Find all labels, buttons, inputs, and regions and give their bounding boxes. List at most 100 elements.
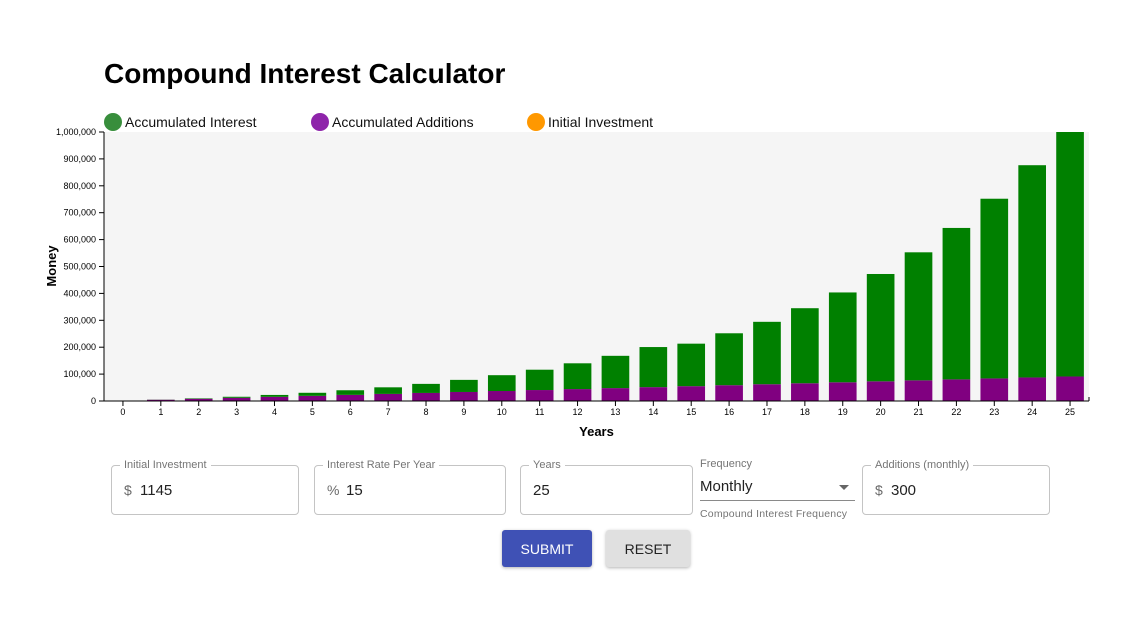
y-tick-label: 500,000	[63, 262, 96, 272]
y-tick-label: 0	[91, 396, 96, 406]
bar-accumulated-interest	[791, 308, 819, 384]
x-tick-label: 6	[348, 407, 353, 417]
y-tick-label: 300,000	[63, 315, 96, 325]
dollar-prefix: $	[124, 482, 132, 498]
bar-accumulated-interest	[601, 355, 630, 389]
percent-prefix: %	[327, 482, 340, 498]
bar-accumulated-interest	[487, 375, 516, 392]
bar-accumulated-interest	[336, 390, 365, 395]
bar-accumulated-interest	[450, 379, 478, 392]
x-tick-label: 4	[272, 407, 277, 417]
frequency-helper-text: Compound Interest Frequency	[700, 508, 848, 520]
bar-accumulated-interest	[563, 363, 592, 390]
x-tick-label: 2	[196, 407, 201, 417]
initial-investment-field[interactable]: Initial Investment $ 1145	[111, 458, 299, 515]
x-tick-label: 24	[1027, 407, 1037, 417]
x-tick-label: 11	[535, 407, 544, 417]
bar-accumulated-interest	[715, 333, 743, 386]
bar-accumulated-interest	[828, 292, 857, 383]
reset-button[interactable]: RESET	[606, 530, 690, 567]
bar-accumulated-additions	[942, 379, 971, 401]
interest-rate-input[interactable]: 15	[346, 482, 363, 499]
compound-interest-chart: 0 100,000 200,000 300,000 400,000 500,000 600,…	[44, 127, 1090, 439]
interest-rate-label: Interest Rate Per Year	[323, 458, 440, 472]
select-underline	[700, 500, 855, 501]
bar-accumulated-additions	[1056, 376, 1084, 401]
bar-accumulated-interest	[866, 273, 895, 382]
initial-investment-label: Initial Investment	[120, 458, 211, 472]
x-tick-label: 0	[120, 407, 125, 417]
frequency-label: Frequency	[700, 458, 752, 470]
bar-accumulated-additions	[525, 390, 554, 401]
x-tick-label: 16	[724, 407, 734, 417]
bar-accumulated-additions	[715, 385, 743, 401]
bar-accumulated-additions	[753, 384, 781, 401]
bar-accumulated-additions	[1018, 377, 1047, 401]
y-tick-label: 700,000	[63, 208, 96, 218]
bar-accumulated-interest	[374, 387, 402, 394]
bar-accumulated-additions	[374, 393, 402, 401]
bar-accumulated-interest	[525, 369, 554, 391]
initial-investment-input[interactable]: 1145	[140, 482, 172, 499]
bar-accumulated-interest	[412, 383, 440, 393]
y-tick-label: 400,000	[63, 288, 96, 298]
x-tick-label: 19	[838, 407, 848, 417]
x-tick-label: 25	[1065, 407, 1075, 417]
frequency-select[interactable]: Frequency Monthly Compound Interest Freq…	[700, 457, 855, 521]
bar-accumulated-interest	[677, 343, 706, 387]
dropdown-arrow-icon[interactable]	[839, 485, 849, 490]
bar-accumulated-interest	[298, 392, 327, 396]
y-axis-label: Money	[44, 245, 59, 287]
y-tick-label: 900,000	[63, 154, 96, 164]
x-tick-label: 7	[386, 407, 391, 417]
x-tick-label: 14	[648, 407, 658, 417]
bar-accumulated-additions	[866, 381, 895, 401]
y-tick-label: 800,000	[63, 181, 96, 191]
bar-accumulated-interest	[753, 321, 781, 385]
bar-accumulated-additions	[563, 389, 592, 401]
bar-accumulated-interest	[904, 252, 933, 381]
bar-accumulated-additions	[601, 388, 630, 401]
additions-input[interactable]: 300	[891, 482, 916, 499]
bar-accumulated-additions	[260, 396, 289, 401]
bar-accumulated-additions	[184, 398, 213, 401]
x-tick-label: 9	[461, 407, 466, 417]
bar-accumulated-interest	[222, 396, 251, 398]
bar-accumulated-interest	[980, 198, 1009, 379]
years-label: Years	[529, 458, 565, 472]
x-tick-label: 10	[497, 407, 507, 417]
bar-accumulated-additions	[828, 382, 857, 401]
dollar-prefix: $	[875, 482, 883, 498]
plot-background	[104, 132, 1089, 401]
x-tick-label: 15	[686, 407, 696, 417]
bar-accumulated-interest	[1056, 132, 1084, 377]
bar-accumulated-additions	[791, 383, 819, 401]
x-axis-label: Years	[579, 424, 614, 439]
x-tick-label: 13	[610, 407, 620, 417]
bar-accumulated-additions	[904, 380, 933, 401]
bar-accumulated-additions	[450, 391, 478, 401]
x-tick-label: 21	[914, 407, 924, 417]
bar-accumulated-additions	[487, 391, 516, 401]
x-tick-label: 23	[989, 407, 999, 417]
bar-accumulated-additions	[677, 386, 706, 401]
bar-accumulated-additions	[412, 392, 440, 401]
frequency-value[interactable]: Monthly	[700, 478, 753, 495]
submit-button[interactable]: SUBMIT	[502, 530, 592, 567]
x-tick-label: 1	[158, 407, 163, 417]
interest-rate-field[interactable]: Interest Rate Per Year % 15	[314, 458, 506, 515]
x-tick-label: 22	[951, 407, 961, 417]
bar-accumulated-additions	[298, 395, 327, 401]
additions-field[interactable]: Additions (monthly) $ 300	[862, 458, 1050, 515]
x-tick-label: 3	[234, 407, 239, 417]
bar-accumulated-additions	[980, 378, 1009, 401]
x-tick-label: 8	[424, 407, 429, 417]
x-tick-label: 18	[800, 407, 810, 417]
x-tick-label: 17	[762, 407, 772, 417]
y-tick-label: 100,000	[63, 369, 96, 379]
y-tick-label: 200,000	[63, 342, 96, 352]
years-input[interactable]: 25	[533, 482, 550, 499]
bar-accumulated-additions	[222, 397, 251, 401]
years-field[interactable]: Years 25	[520, 458, 693, 515]
x-tick-label: 12	[573, 407, 583, 417]
